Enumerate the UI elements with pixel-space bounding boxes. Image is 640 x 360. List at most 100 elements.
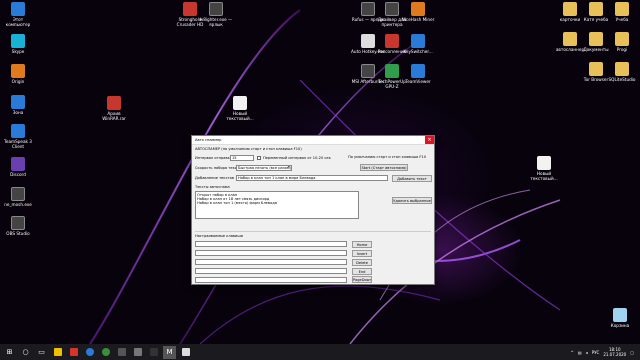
desktop-icon-progi[interactable]: Progi: [604, 32, 640, 52]
list-item[interactable]: Набор в клан топ 1 (место) фарм Блевода: [197, 201, 357, 205]
recycle-bin-icon: [613, 308, 627, 322]
keyboard-icon: [411, 34, 425, 48]
windows-icon[interactable]: ⊞: [3, 346, 16, 359]
interval-label: Интервал отправки: [195, 156, 233, 160]
icon-label: Origin: [11, 79, 25, 84]
start-button[interactable]: Start (Старт автоспама): [360, 164, 408, 171]
icon-label: Discord: [10, 172, 26, 177]
teamviewer-icon: [411, 64, 425, 78]
desktop-icon-zona[interactable]: Зона: [0, 95, 36, 115]
desktop-icon-w8ighter[interactable]: w8ighter.exe — ярлык: [198, 2, 234, 27]
text-file-icon: [233, 96, 247, 110]
folder-icon: [589, 32, 603, 46]
desktop-icon-discord[interactable]: Discord: [0, 157, 36, 177]
skype-icon: [11, 34, 25, 48]
macro-button-end[interactable]: End: [352, 268, 372, 275]
steam-icon[interactable]: [115, 346, 128, 359]
desktop-icon-winrar[interactable]: Архив WinRAR.rar: [96, 96, 132, 121]
macro-field-insert[interactable]: [195, 250, 347, 256]
autospammer-window: Авто спаммер × АВТОСПАМЕР (по умолчанию …: [191, 135, 435, 285]
telegram-icon[interactable]: [83, 346, 96, 359]
stronghold-icon: [183, 2, 197, 16]
add-text-button[interactable]: Добавить текст: [392, 175, 432, 182]
clock[interactable]: 18:10 21.07.2020: [603, 347, 626, 357]
delete-selected-button[interactable]: Удалить выбранное: [392, 197, 432, 204]
macro-button-delete[interactable]: Delete: [352, 259, 372, 266]
search-icon[interactable]: ○: [19, 346, 32, 359]
folder-icon: [615, 32, 629, 46]
app-icon[interactable]: [179, 346, 192, 359]
winrar-icon: [107, 96, 121, 110]
macros-label: Настраиваемые клавиши: [195, 234, 243, 238]
close-icon[interactable]: ×: [425, 136, 434, 144]
desktop-icon-obs[interactable]: OBS Studio: [0, 216, 36, 236]
task-view-icon[interactable]: ▭: [35, 346, 48, 359]
desktop-icon-teamviewer[interactable]: TeamViewer: [400, 64, 436, 84]
desktop-icon-ne-mosh[interactable]: ne_mosh.exe: [0, 187, 36, 207]
desktop-icon-ucheba[interactable]: Учеба: [604, 2, 640, 22]
app-icon[interactable]: [131, 346, 144, 359]
desktop-icon-keyswitcher[interactable]: KeySwitcher...: [400, 34, 436, 54]
desktop-icon-teamspeak[interactable]: TeamSpeak 3 Client: [0, 124, 36, 149]
chevron-down-icon[interactable]: ▾: [288, 165, 290, 169]
desktop-icon-new-text-2[interactable]: Новый текстовый...: [526, 156, 562, 181]
desktop-icon-sqlite[interactable]: SQLiteStudio: [604, 62, 640, 82]
macro-button-pagedown[interactable]: PageDown: [352, 276, 372, 283]
icon-label: SQLiteStudio: [608, 77, 636, 82]
volume-icon[interactable]: ◂: [586, 350, 588, 355]
macro-field-end[interactable]: [195, 268, 347, 274]
folder-icon: [589, 62, 603, 76]
desktop-icon-recycle-bin[interactable]: Корзина: [602, 308, 638, 328]
icon-label: Учеба: [615, 17, 629, 22]
random-interval-label: Переменный интервал от 10-20 сек: [263, 156, 331, 160]
icon-label: Новый текстовый...: [530, 171, 558, 181]
speed-select[interactable]: Быстрая печать (все разом): [236, 165, 292, 171]
desktop-icon-nicehash[interactable]: NiceHash Miner: [400, 2, 436, 22]
msi-icon: [361, 64, 375, 78]
network-icon[interactable]: ▤: [578, 350, 582, 355]
icon-label: Skype: [11, 49, 25, 54]
folder-icon: [589, 2, 603, 16]
exe-icon: [209, 2, 223, 16]
exe-icon: [11, 187, 25, 201]
autohotkey-icon: [361, 34, 375, 48]
app-icon[interactable]: [147, 346, 160, 359]
divider: [195, 231, 431, 232]
system-tray: ^ ▤ ◂ РУС 18:10 21.07.2020 ▢: [571, 347, 640, 357]
icon-label: TeamViewer: [405, 79, 431, 84]
desktop-icon-skype[interactable]: Skype: [0, 34, 36, 54]
macro-field-pagedown[interactable]: [195, 277, 347, 283]
yandex-icon[interactable]: [51, 346, 64, 359]
interval-input[interactable]: 15: [230, 155, 254, 161]
macro-button-home[interactable]: Home: [352, 241, 372, 248]
folder-icon: [615, 62, 629, 76]
m-icon[interactable]: M: [163, 345, 176, 359]
add-text-input[interactable]: Набор в клан топ 1 клан в мире Блевода: [236, 175, 388, 181]
explorer-icon[interactable]: [67, 346, 80, 359]
input-language[interactable]: РУС: [592, 350, 600, 355]
rufus-icon: [361, 2, 375, 16]
folder-icon: [563, 2, 577, 16]
window-title: Авто спаммер: [195, 138, 222, 142]
chevron-up-icon[interactable]: ^: [571, 350, 574, 355]
desktop-icon-this-pc[interactable]: Этот компьютер: [0, 2, 36, 27]
macro-button-insert[interactable]: Insert: [352, 250, 372, 257]
window-titlebar[interactable]: Авто спаммер ×: [192, 136, 434, 145]
desktop-icon-origin[interactable]: Origin: [0, 64, 36, 84]
nicehash-icon: [411, 2, 425, 16]
origin-icon: [11, 64, 25, 78]
random-interval-checkbox[interactable]: [257, 156, 261, 160]
texts-list[interactable]: Открыт набор в клан Набор в клан от 18 л…: [195, 191, 359, 219]
icon-label: Корзина: [610, 323, 630, 328]
notifications-icon[interactable]: ▢: [630, 350, 634, 355]
chrome-icon[interactable]: [99, 346, 112, 359]
hotkey-note: По умолчанию старт и стоп клавиша F10: [348, 155, 426, 159]
desktop-icon-new-text[interactable]: Новый текстовый...: [222, 96, 258, 121]
computer-icon: [11, 2, 25, 16]
macro-field-delete[interactable]: [195, 259, 347, 265]
discord-icon: [11, 157, 25, 171]
icon-label: Этот компьютер: [5, 17, 31, 27]
macro-field-home[interactable]: [195, 241, 347, 247]
window-body: АВТОСПАМЕР (по умолчанию старт и стоп кл…: [192, 145, 434, 285]
autosend-note: АВТОСПАМЕР (по умолчанию старт и стоп кл…: [195, 147, 302, 151]
